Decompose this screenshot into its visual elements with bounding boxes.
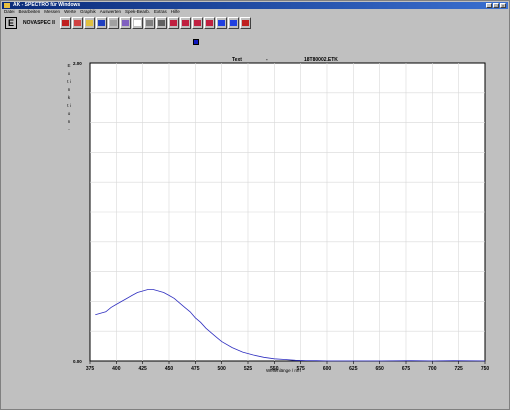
x-tick-label: 525 [244,366,253,372]
x-tick-label: 750 [481,366,490,372]
x-tick-label: 600 [323,366,332,372]
x-tick-label: 500 [217,366,226,372]
x-tick-label: 725 [454,366,463,372]
x-tick-label: 700 [428,366,437,372]
y-tick-top: 2.00 [73,61,82,66]
x-tick-label: 475 [191,366,200,372]
x-tick-label: 675 [402,366,411,372]
x-tick-label: 425 [138,366,147,372]
y-tick-bottom: 0.00 [73,359,82,364]
x-tick-label: 375 [86,366,95,372]
x-tick-label: 450 [165,366,174,372]
x-tick-label: 625 [349,366,358,372]
x-tick-label: 650 [375,366,384,372]
x-tick-label: 400 [112,366,121,372]
x-axis-label: Wellenlänge / nm [266,368,301,373]
